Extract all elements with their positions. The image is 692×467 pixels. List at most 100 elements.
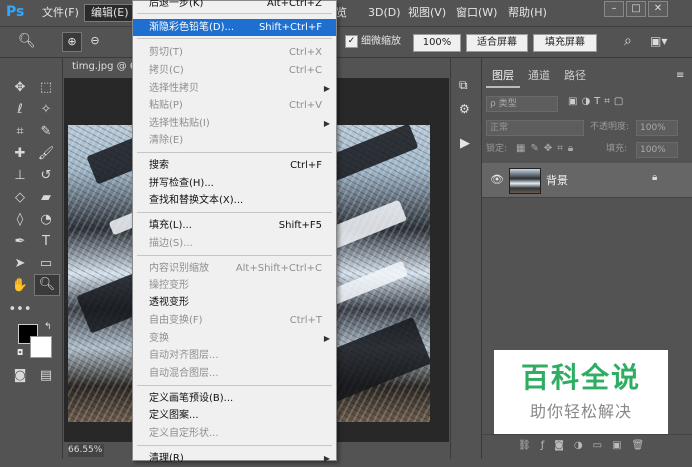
- menu-item-fill[interactable]: 填充(L)... Shift+F5: [133, 217, 336, 234]
- menu-window[interactable]: 窗口(W): [456, 5, 497, 21]
- rectangle-tool-icon[interactable]: ▭: [34, 254, 58, 274]
- pen-tool-icon[interactable]: ✒: [8, 232, 32, 252]
- menu-item-copy-special[interactable]: 选择性拷贝 ▶: [133, 80, 336, 97]
- history-brush-icon[interactable]: ↺: [34, 166, 58, 186]
- move-tool-icon[interactable]: ✥: [8, 78, 32, 98]
- fill-screen-button[interactable]: 填充屏幕: [533, 34, 597, 52]
- menu-item-paste-special[interactable]: 选择性粘贴(I) ▶: [133, 115, 336, 132]
- menu-item-perspective-warp[interactable]: 透视变形: [133, 294, 336, 311]
- menu-item-content-aware-scale[interactable]: 内容识别缩放 Alt+Shift+Ctrl+C: [133, 260, 336, 277]
- menu-3d[interactable]: 3D(D): [368, 5, 401, 21]
- stamp-tool-icon[interactable]: ⊥: [8, 166, 32, 186]
- zoom-out-icon[interactable]: ⊖: [86, 32, 104, 50]
- crop-tool-icon[interactable]: ⌗: [8, 122, 32, 142]
- eye-icon[interactable]: 👁︎: [490, 173, 504, 186]
- blur-tool-icon[interactable]: ◊: [8, 210, 32, 230]
- filter-icons[interactable]: ▣◑T⌗▢: [568, 96, 627, 107]
- workspace-icon[interactable]: ▣▾: [650, 34, 667, 48]
- panel-menu-icon[interactable]: ≡: [676, 70, 684, 81]
- hand-tool-icon[interactable]: ✋: [8, 276, 32, 296]
- opacity-input[interactable]: 100%: [636, 120, 678, 136]
- menu-item-define-brush[interactable]: 定义画笔预设(B)...: [133, 390, 336, 407]
- scrubby-zoom-label: 细微缩放: [361, 36, 401, 47]
- fit-screen-button[interactable]: 适合屏幕: [466, 34, 528, 52]
- tab-paths[interactable]: 路径: [558, 66, 592, 86]
- zoom-tool-icon-selected[interactable]: 🔍︎: [34, 274, 60, 296]
- close-button[interactable]: ✕: [648, 1, 668, 17]
- default-colors-icon[interactable]: ◘: [17, 348, 23, 357]
- play-actions-icon[interactable]: ▶: [460, 136, 470, 151]
- layers-panel-footer: ⛓ƒ◙◑▭▣🗑︎: [482, 434, 692, 460]
- menu-item-spell-check[interactable]: 拼写检查(H)...: [133, 175, 336, 192]
- tab-layers[interactable]: 图层: [486, 66, 520, 88]
- healing-brush-icon[interactable]: ✚: [8, 144, 32, 164]
- watermark-subtitle: 助你轻松解决: [529, 402, 632, 421]
- menu-bar: Ps 文件(F) 编辑(E) 览 3D(D) 视图(V) 窗口(W) 帮助(H)…: [0, 0, 692, 26]
- menu-help[interactable]: 帮助(H): [508, 5, 547, 21]
- document-tab[interactable]: timg.jpg @ 6: [64, 58, 142, 76]
- more-tools-icon[interactable]: •••: [8, 300, 32, 320]
- zoom-tool-icon[interactable]: 🔍︎: [18, 33, 36, 49]
- layer-filter-select[interactable]: ρ 类型: [486, 96, 558, 112]
- menu-item-define-shape[interactable]: 定义自定形状...: [133, 425, 336, 442]
- menu-item-define-pattern[interactable]: 定义图案...: [133, 407, 336, 424]
- menu-item-puppet-warp[interactable]: 操控变形: [133, 277, 336, 294]
- photoshop-logo: Ps: [6, 4, 25, 20]
- menu-item-paste[interactable]: 粘贴(P) Ctrl+V: [133, 97, 336, 114]
- fill-input[interactable]: 100%: [636, 142, 678, 158]
- layer-row-background[interactable]: 👁︎ 背景 🔒︎: [482, 163, 692, 198]
- tab-channels[interactable]: 通道: [522, 66, 556, 86]
- dodge-tool-icon[interactable]: ◔: [34, 210, 58, 230]
- background-color-swatch[interactable]: [30, 336, 52, 358]
- menu-edit[interactable]: 编辑(E): [84, 4, 136, 22]
- watermark-title: 百科全说: [520, 361, 641, 394]
- history-panel-icon[interactable]: ⧉: [459, 78, 468, 93]
- menu-item-cut[interactable]: 剪切(T) Ctrl+X: [133, 44, 336, 61]
- type-tool-icon[interactable]: T: [34, 232, 58, 252]
- marquee-tool-icon[interactable]: ⬚: [34, 78, 58, 98]
- eraser-tool-icon[interactable]: ◇: [8, 188, 32, 208]
- scrubby-zoom-checkbox[interactable]: ✓: [345, 35, 358, 48]
- zoom-100-button[interactable]: 100%: [413, 34, 461, 52]
- path-select-icon[interactable]: ➤: [8, 254, 32, 274]
- menu-item-search[interactable]: 搜索 Ctrl+F: [133, 157, 336, 174]
- menu-item-find-replace[interactable]: 查找和替换文本(X)...: [133, 192, 336, 209]
- blend-mode-select[interactable]: 正常: [486, 120, 584, 136]
- search-icon[interactable]: ⌕: [624, 33, 632, 49]
- menu-item-auto-blend[interactable]: 自动混合图层...: [133, 365, 336, 382]
- lock-icons[interactable]: ▦✎✥⌗🔒︎: [516, 142, 578, 156]
- edit-menu-dropdown: 后退一步(K) Alt+Ctrl+Z 渐隐彩色铅笔(D)... Shift+Ctrl…: [132, 0, 337, 464]
- menu-item-fade[interactable]: 渐隐彩色铅笔(D)... Shift+Ctrl+F: [133, 19, 336, 36]
- minimize-button[interactable]: –: [604, 1, 624, 17]
- swap-colors-icon[interactable]: ↰: [44, 322, 52, 332]
- quick-mask-icon[interactable]: ◙: [8, 366, 32, 386]
- menu-item-step-backward[interactable]: 后退一步(K) Alt+Ctrl+Z: [133, 0, 336, 12]
- lasso-tool-icon[interactable]: ℓ: [8, 100, 32, 120]
- zoom-in-icon[interactable]: ⊕: [62, 32, 82, 52]
- menu-item-copy[interactable]: 拷贝(C) Ctrl+C: [133, 62, 336, 79]
- watermark: 百科全说 助你轻松解决: [494, 350, 668, 434]
- opacity-label: 不透明度:: [590, 122, 630, 132]
- screen-mode-icon[interactable]: ▤: [34, 366, 58, 386]
- lock-label: 锁定:: [486, 144, 508, 154]
- fill-label: 填充:: [606, 144, 628, 154]
- zoom-level-readout[interactable]: 66.55%: [68, 444, 104, 457]
- eyedropper-icon[interactable]: ✎: [34, 122, 58, 142]
- menu-item-stroke[interactable]: 描边(S)...: [133, 235, 336, 252]
- menu-image[interactable]: 览: [336, 5, 347, 21]
- gradient-tool-icon[interactable]: ▰: [34, 188, 58, 208]
- magic-wand-icon[interactable]: ✧: [34, 100, 58, 120]
- brush-tool-icon[interactable]: 🖌︎: [34, 144, 58, 164]
- menu-item-free-transform[interactable]: 自由变换(F) Ctrl+T: [133, 312, 336, 329]
- menu-item-transform[interactable]: 变换 ▶: [133, 330, 336, 347]
- layer-name[interactable]: 背景: [546, 172, 568, 188]
- maximize-button[interactable]: □: [626, 1, 646, 17]
- menu-item-clear[interactable]: 清除(E): [133, 132, 336, 149]
- menu-file[interactable]: 文件(F): [42, 5, 79, 21]
- layer-action-icons[interactable]: ⛓ƒ◙◑▭▣🗑︎: [518, 440, 654, 451]
- properties-panel-icon[interactable]: ⚙: [459, 102, 470, 116]
- options-bar: 🔍︎ ⊕ ⊖ ✓ 细微缩放 100% 适合屏幕 填充屏幕 ⌕ ▣▾: [0, 26, 692, 58]
- panel-icon-strip: ⧉ ⚙ ▶: [450, 58, 482, 459]
- menu-view[interactable]: 视图(V): [408, 5, 446, 21]
- menu-item-auto-align[interactable]: 自动对齐图层...: [133, 347, 336, 364]
